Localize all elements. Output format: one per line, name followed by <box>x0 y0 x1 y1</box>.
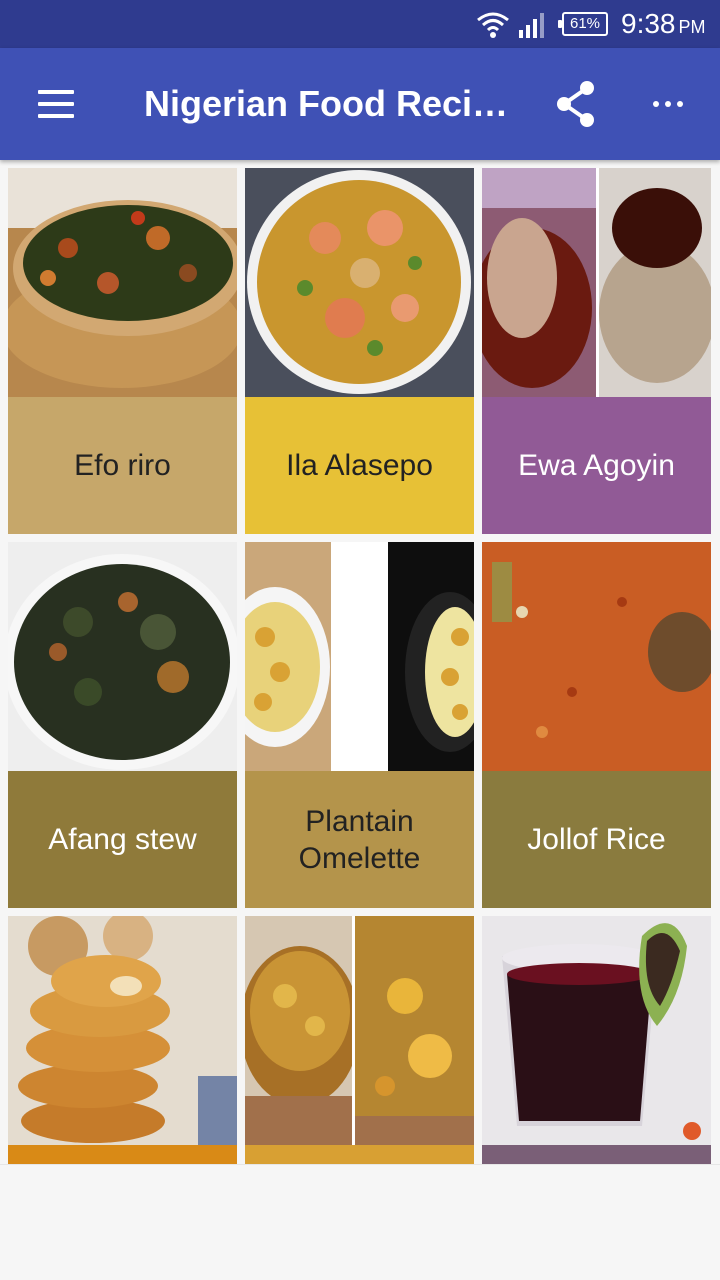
share-icon[interactable] <box>550 78 602 130</box>
recipe-label <box>8 1145 237 1164</box>
recipe-label: Afang stew <box>8 771 237 908</box>
recipe-photo <box>245 542 474 771</box>
recipe-card[interactable]: Ila Alasepo <box>245 168 474 534</box>
bottom-area <box>0 1164 720 1280</box>
recipe-photo <box>482 542 711 771</box>
recipe-label <box>245 1145 474 1164</box>
recipe-name: Efo riro <box>74 449 171 482</box>
recipe-label: Ila Alasepo <box>245 397 474 534</box>
recipe-name: Jollof Rice <box>527 823 666 856</box>
recipe-card[interactable] <box>8 916 237 1164</box>
battery-level: 61% <box>569 15 601 32</box>
recipe-photo <box>245 168 474 397</box>
recipe-card[interactable]: Ewa Agoyin <box>482 168 711 534</box>
recipe-card[interactable] <box>245 916 474 1164</box>
recipe-photo <box>8 542 237 771</box>
recipe-label: Ewa Agoyin <box>482 397 711 534</box>
recipe-photo <box>482 168 711 397</box>
recipe-card[interactable] <box>482 916 711 1164</box>
signal-icon <box>519 13 544 38</box>
page-title: Nigerian Food Recipes <box>144 83 514 124</box>
recipe-photo <box>482 916 711 1145</box>
recipe-name: Ila Alasepo <box>286 449 433 482</box>
app-bar: Nigerian Food Recipes <box>0 48 720 160</box>
recipe-photo <box>245 916 474 1145</box>
recipe-name: Plantain Omelette <box>298 804 421 875</box>
clock-time: 9:38 <box>621 8 676 39</box>
recipe-card[interactable]: Jollof Rice <box>482 542 711 908</box>
recipe-photo <box>8 168 237 397</box>
recipe-card[interactable]: Plantain Omelette <box>245 542 474 908</box>
more-vert-icon[interactable] <box>642 78 694 130</box>
recipe-card[interactable]: Afang stew <box>8 542 237 908</box>
recipe-card[interactable]: Efo riro <box>8 168 237 534</box>
recipe-label <box>482 1145 711 1164</box>
recipe-grid: Efo riro Ila Alasepo Ewa Agoyin Afang st… <box>0 160 720 1164</box>
recipe-label: Efo riro <box>8 397 237 534</box>
status-bar: 61% 9:38 PM <box>0 0 720 48</box>
recipe-name: Ewa Agoyin <box>518 449 675 482</box>
clock-ampm: PM <box>678 17 706 37</box>
battery-icon: 61% <box>558 12 608 36</box>
recipe-photo <box>8 916 237 1145</box>
recipe-name: Afang stew <box>48 823 197 856</box>
recipe-label: Plantain Omelette <box>245 771 474 908</box>
clock: 9:38 PM <box>621 8 706 43</box>
recipe-label: Jollof Rice <box>482 771 711 908</box>
wifi-icon <box>477 12 509 38</box>
menu-icon[interactable] <box>30 84 82 124</box>
